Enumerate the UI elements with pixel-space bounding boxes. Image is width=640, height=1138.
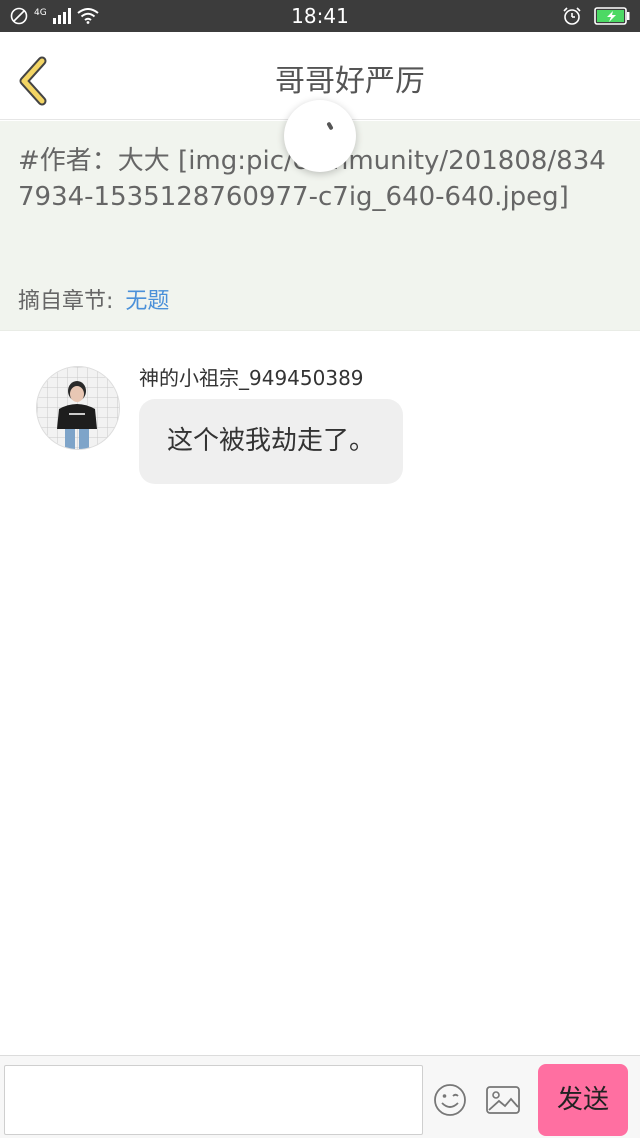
send-button[interactable]: 发送 [538, 1064, 628, 1136]
message-input[interactable] [4, 1065, 423, 1135]
avatar-image [37, 367, 119, 449]
chevron-left-icon [19, 56, 47, 106]
status-time: 18:41 [291, 4, 349, 28]
emoji-icon [434, 1084, 466, 1116]
message-item: 神的小祖宗_949450389 这个被我劫走了。 [36, 360, 616, 490]
status-right-icons [562, 6, 630, 26]
battery-charging-icon [594, 7, 630, 25]
chapter-link[interactable]: 无题 [125, 289, 169, 314]
loading-spinner-icon [284, 100, 356, 172]
input-bar: 发送 [0, 1055, 640, 1138]
back-button[interactable] [14, 56, 54, 106]
avatar[interactable] [36, 366, 120, 450]
alarm-icon [563, 7, 581, 25]
status-bar: 4G 18:41 [0, 0, 640, 32]
chapter-label: 摘自章节: [18, 289, 114, 314]
chapter-row: 摘自章节: 无题 [18, 283, 169, 315]
message-bubble: 这个被我劫走了。 [139, 399, 404, 484]
message-username: 神的小祖宗_949450389 [139, 366, 364, 390]
image-icon [486, 1086, 520, 1114]
page-title: 哥哥好严厉 [275, 64, 425, 99]
spinner-tick [326, 121, 334, 131]
image-button[interactable] [485, 1084, 521, 1116]
emoji-button[interactable] [432, 1082, 468, 1118]
